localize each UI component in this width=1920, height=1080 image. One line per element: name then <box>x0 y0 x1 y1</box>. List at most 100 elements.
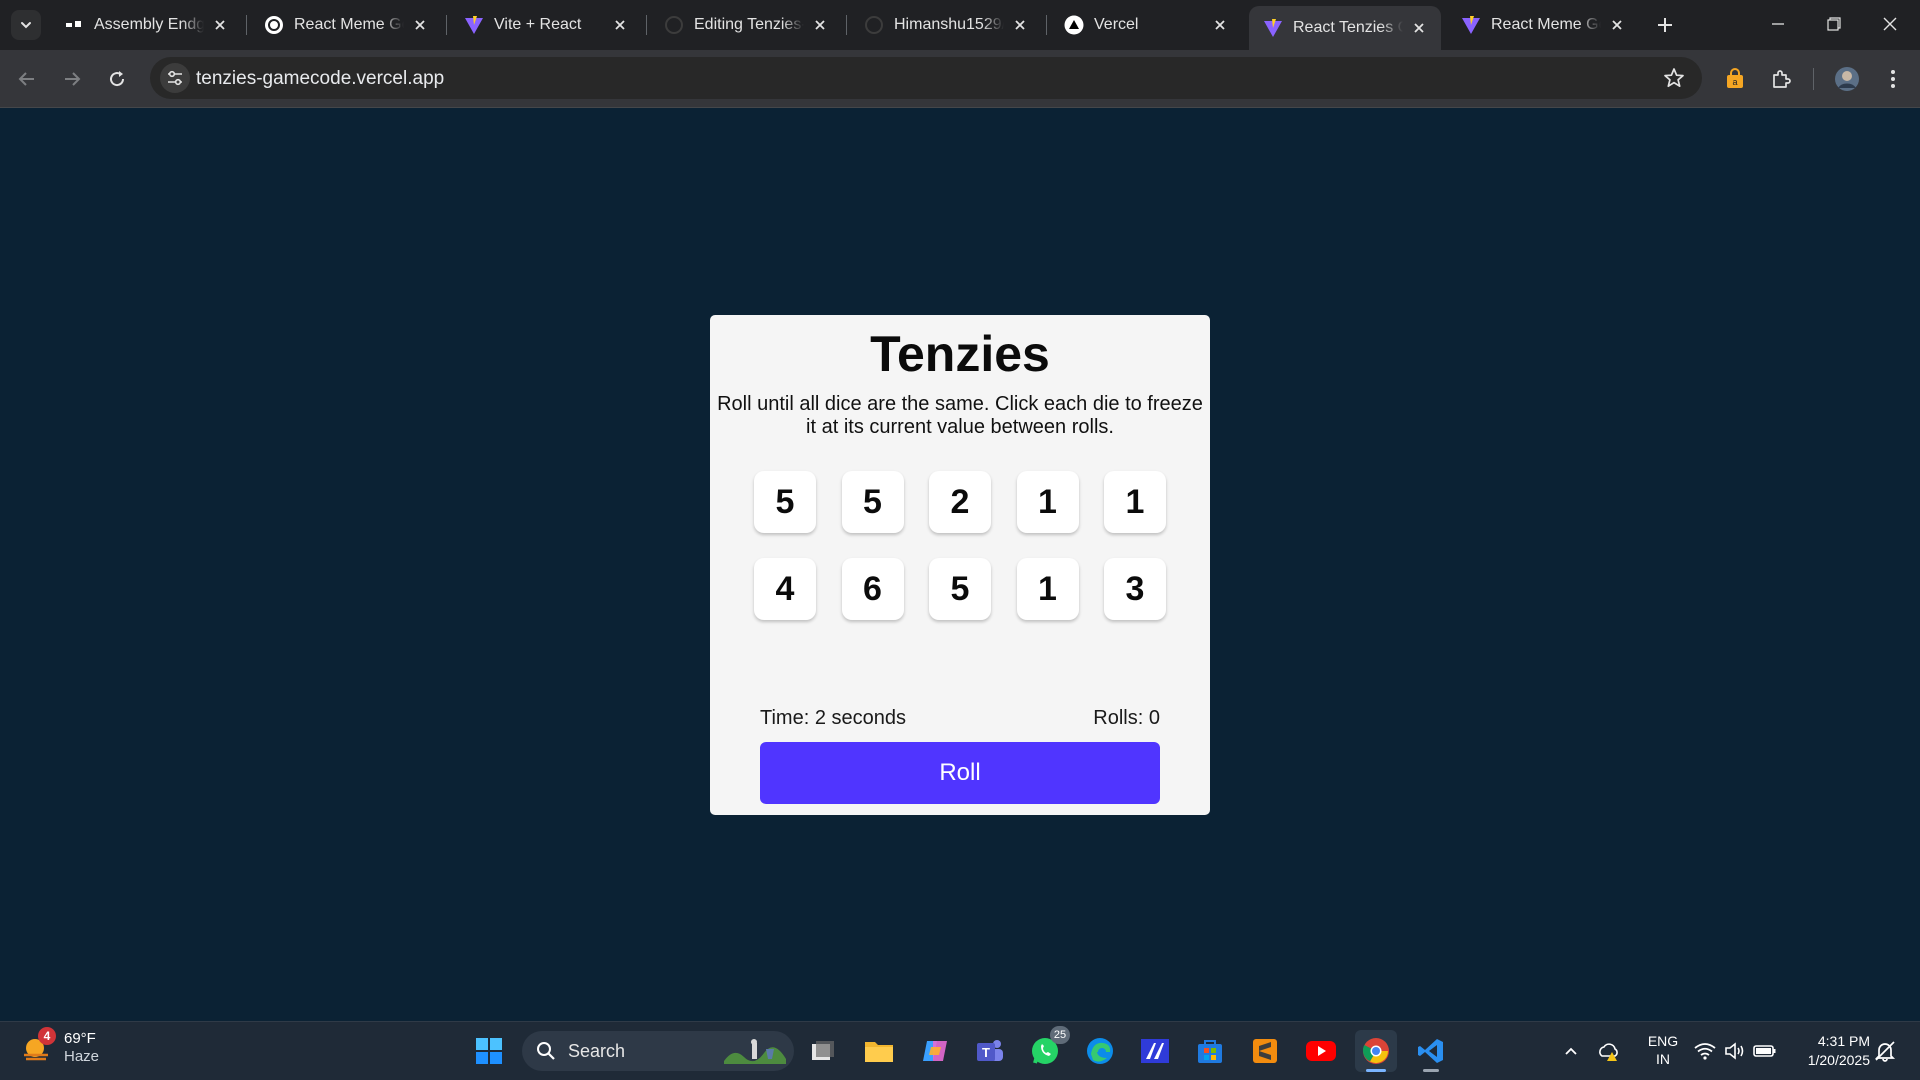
weather-sun-icon: 4 <box>20 1027 56 1065</box>
new-tab-button[interactable] <box>1651 11 1679 39</box>
teams-button[interactable]: T <box>969 1030 1011 1072</box>
battery-icon[interactable] <box>1752 1038 1778 1064</box>
edge-icon <box>1087 1038 1113 1064</box>
store-button[interactable] <box>1189 1030 1231 1072</box>
tab-react-meme-generator[interactable]: React Meme Generator <box>250 8 442 42</box>
tab-vite-react[interactable]: Vite + React <box>450 8 642 42</box>
sublime-text-button[interactable] <box>1244 1030 1286 1072</box>
language-code: ENG <box>1647 1033 1679 1049</box>
weather-condition: Haze <box>64 1048 100 1065</box>
back-button[interactable] <box>10 62 44 96</box>
forward-button[interactable] <box>55 62 89 96</box>
tab-react-tenzies-game[interactable]: React Tenzies Game <box>1249 6 1441 50</box>
youtube-button[interactable] <box>1300 1030 1342 1072</box>
taskbar-search[interactable]: Search <box>522 1031 794 1071</box>
roll-button[interactable]: Roll <box>760 742 1160 804</box>
menu-button[interactable] <box>1878 64 1908 94</box>
tab-assembly-endgame[interactable]: Assembly Endgame <box>50 8 242 42</box>
system-clock[interactable]: 4:31 PM 1/20/2025 <box>1790 1032 1870 1070</box>
die[interactable]: 4 <box>754 558 816 620</box>
tab-search-button[interactable] <box>11 10 41 40</box>
close-icon[interactable] <box>210 15 230 35</box>
copilot-button[interactable] <box>914 1030 956 1072</box>
die[interactable]: 5 <box>841 471 904 533</box>
profile-avatar[interactable] <box>1832 64 1862 94</box>
close-icon[interactable] <box>410 15 430 35</box>
die[interactable]: 3 <box>1104 558 1166 620</box>
onedrive-tray-icon[interactable] <box>1596 1038 1622 1064</box>
die[interactable]: 5 <box>929 558 991 620</box>
die[interactable]: 1 <box>1016 471 1079 533</box>
tab-react-meme-generator-2[interactable]: React Meme Generator <box>1447 8 1639 42</box>
chevron-down-icon <box>21 22 31 29</box>
editor-app-button[interactable] <box>1134 1030 1176 1072</box>
rolls-counter: Rolls: 0 <box>1093 707 1160 729</box>
site-info-button[interactable] <box>160 63 190 93</box>
timer-text: Time: 2 seconds <box>760 707 906 729</box>
svg-text:a: a <box>1732 77 1737 87</box>
teams-icon: T <box>977 1040 1003 1061</box>
restore-button[interactable] <box>1806 0 1862 48</box>
avatar-icon <box>1835 67 1859 91</box>
task-view-button[interactable] <box>802 1030 844 1072</box>
game-title: Tenzies <box>870 326 1050 382</box>
reload-button[interactable] <box>100 62 134 96</box>
start-button[interactable] <box>468 1030 510 1072</box>
die[interactable]: 5 <box>754 471 816 533</box>
wifi-icon[interactable] <box>1692 1038 1718 1064</box>
chrome-button[interactable] <box>1355 1030 1397 1072</box>
tenzies-card: Tenzies Roll until all dice are the same… <box>710 315 1210 815</box>
notification-bell-icon[interactable] <box>1872 1038 1898 1064</box>
github-icon <box>664 15 684 35</box>
windows-icon <box>476 1038 502 1064</box>
chevron-up-icon <box>1565 1047 1577 1055</box>
die[interactable]: 1 <box>1104 471 1166 533</box>
more-vert-icon <box>1891 70 1895 88</box>
vscode-button[interactable] <box>1410 1030 1452 1072</box>
extension-honey-button[interactable]: a <box>1720 64 1750 94</box>
weather-badge: 4 <box>38 1027 56 1045</box>
close-icon[interactable] <box>1607 15 1627 35</box>
close-icon[interactable] <box>1210 15 1230 35</box>
close-window-button[interactable] <box>1862 0 1918 48</box>
puzzle-icon <box>1773 70 1791 88</box>
tab-github-repo[interactable]: Himanshu1529/Tenzies <box>850 8 1042 42</box>
active-indicator <box>1366 1069 1386 1072</box>
star-icon <box>1664 68 1684 88</box>
game-stats: Time: 2 seconds Rolls: 0 <box>760 707 1160 730</box>
volume-icon[interactable] <box>1722 1038 1748 1064</box>
whatsapp-button[interactable]: 25 <box>1024 1026 1070 1072</box>
sublime-icon <box>1253 1039 1277 1063</box>
bookmark-button[interactable] <box>1662 66 1686 90</box>
die[interactable]: 1 <box>1016 558 1079 620</box>
tab-vercel[interactable]: Vercel <box>1050 8 1242 42</box>
tab-editing-tenzies[interactable]: Editing Tenzies-Game <box>650 8 842 42</box>
close-icon[interactable] <box>610 15 630 35</box>
edge-button[interactable] <box>1079 1030 1121 1072</box>
file-explorer-button[interactable] <box>858 1030 900 1072</box>
minimize-button[interactable] <box>1750 0 1806 48</box>
store-icon <box>1198 1040 1222 1063</box>
arrow-right-icon <box>65 72 81 86</box>
close-icon[interactable] <box>1409 18 1429 38</box>
task-view-icon <box>812 1041 834 1060</box>
extensions-button[interactable] <box>1766 64 1796 94</box>
browser-toolbar: tenzies-gamecode.vercel.app a <box>0 50 1920 108</box>
die[interactable]: 6 <box>841 558 904 620</box>
github-icon <box>864 15 884 35</box>
language-indicator[interactable]: ENG IN <box>1645 1032 1681 1068</box>
youtube-icon <box>1306 1041 1336 1061</box>
show-hidden-icons-button[interactable] <box>1558 1038 1584 1064</box>
address-bar[interactable]: tenzies-gamecode.vercel.app <box>150 57 1702 99</box>
vite-icon <box>1461 15 1481 35</box>
close-icon[interactable] <box>810 15 830 35</box>
vercel-icon <box>1064 15 1084 35</box>
tab-separator <box>646 15 647 35</box>
tab-title: Assembly Endgame <box>94 16 204 33</box>
page-viewport: Tenzies Roll until all dice are the same… <box>0 109 1920 1021</box>
close-icon[interactable] <box>1010 15 1030 35</box>
restore-icon <box>1827 17 1841 31</box>
vite-icon <box>464 15 484 35</box>
die[interactable]: 2 <box>929 471 991 533</box>
weather-widget[interactable]: 4 69°F Haze <box>20 1027 100 1066</box>
